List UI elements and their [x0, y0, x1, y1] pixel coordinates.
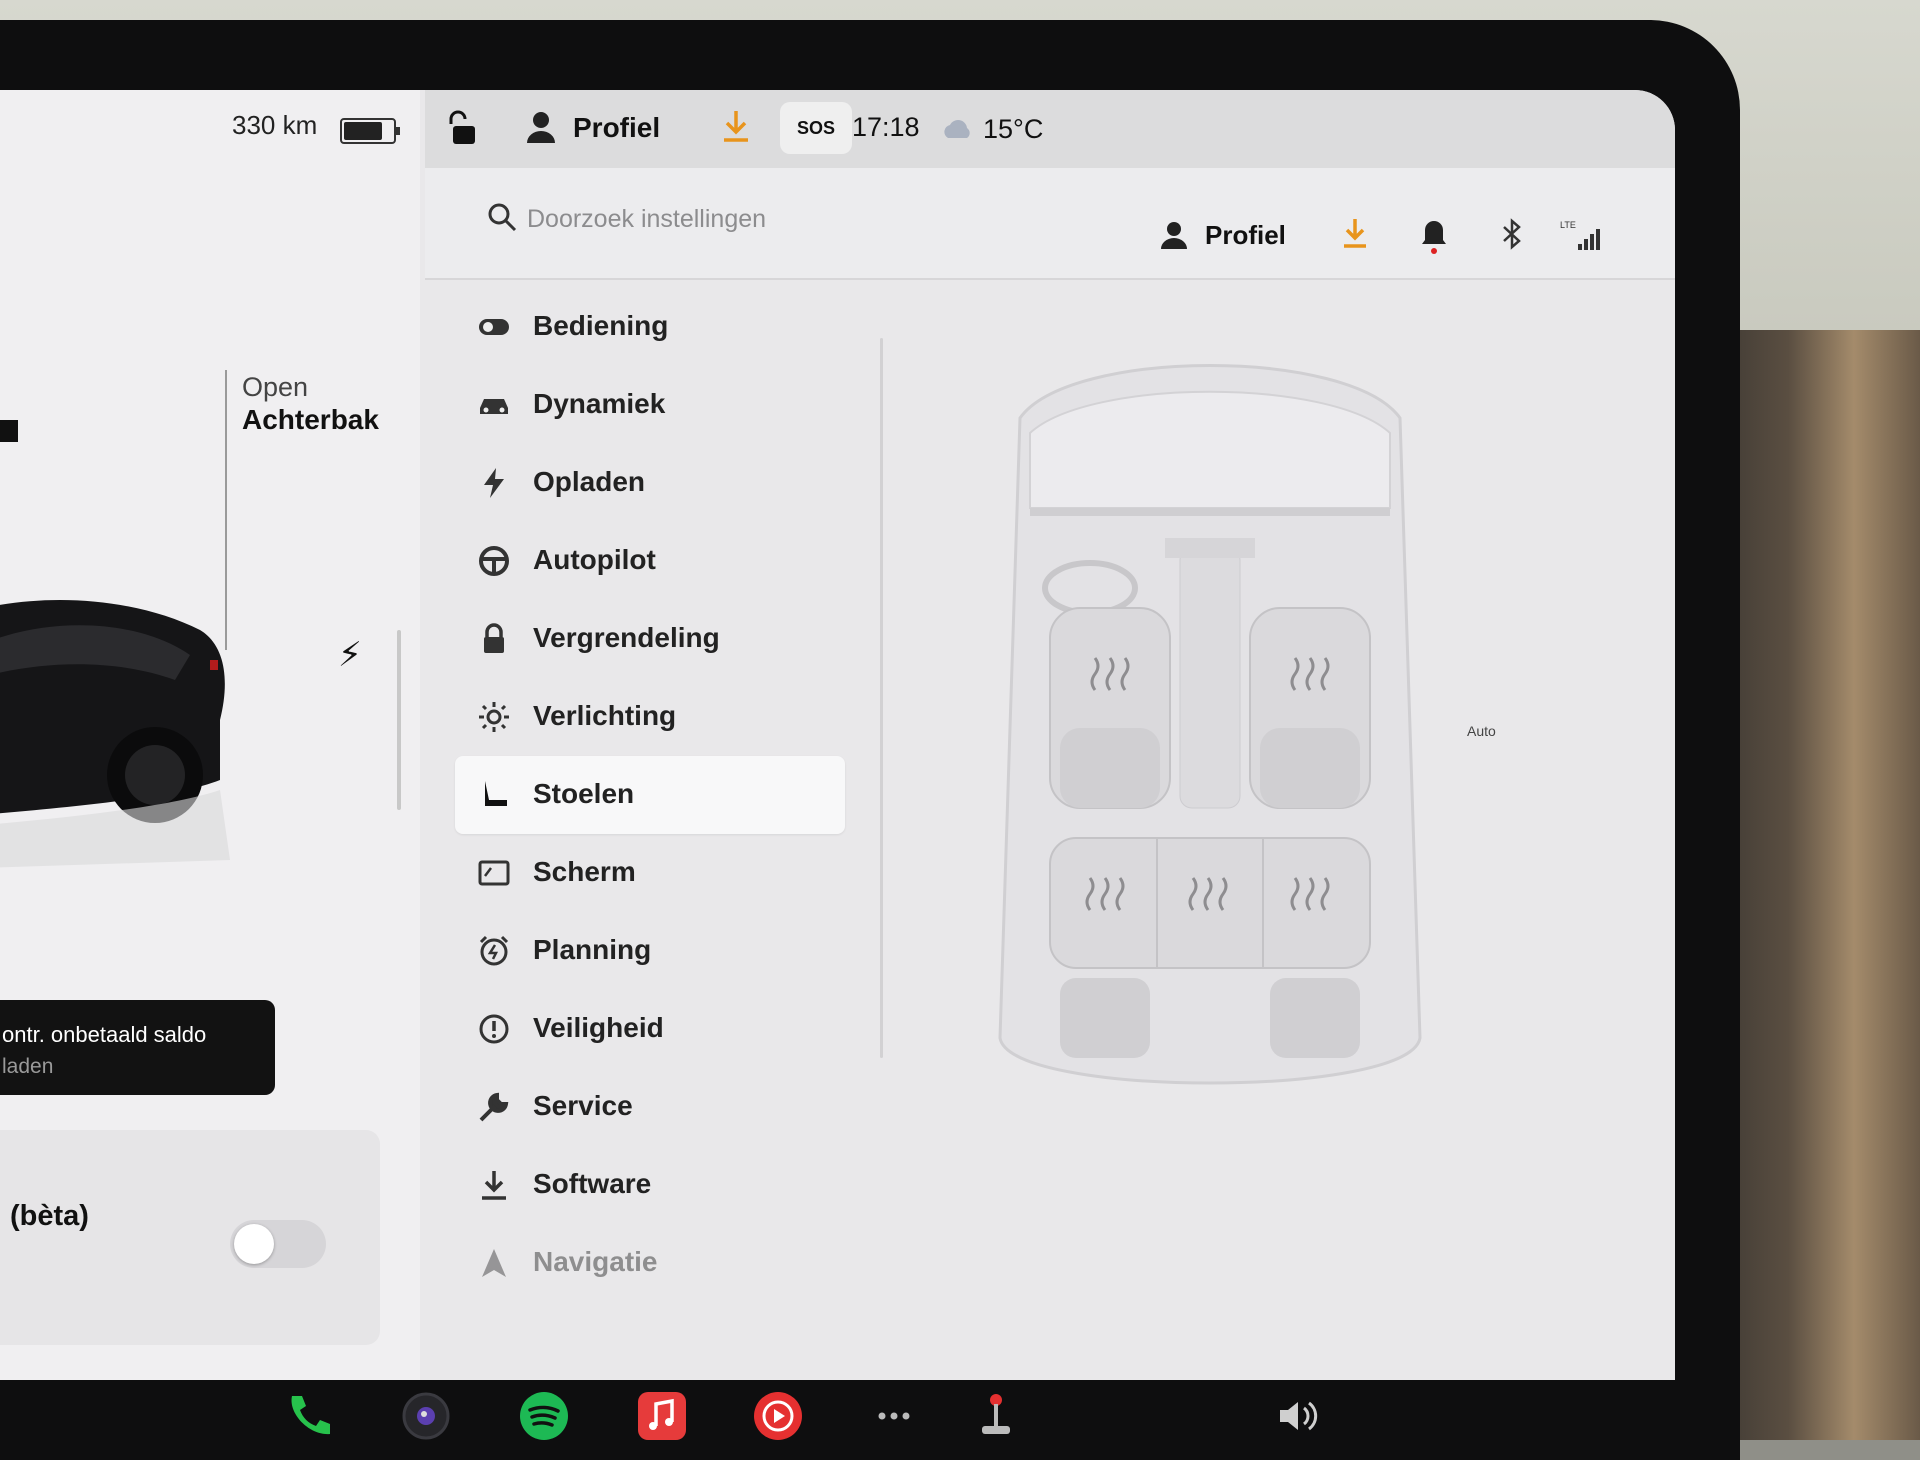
- lock-icon: [484, 623, 504, 653]
- settings-view: Profiel LTE: [425, 168, 1675, 1380]
- menu-item-opladen[interactable]: Opladen: [455, 444, 845, 522]
- outside-temperature: 15°C: [983, 114, 1044, 144]
- charge-port-bolt-icon[interactable]: ⚡: [338, 635, 362, 675]
- trunk-open-label[interactable]: Open: [242, 370, 308, 404]
- menu-item-label: Veiligheid: [533, 1012, 664, 1043]
- alert-circle-icon: [479, 1014, 509, 1044]
- frunk-control-edge[interactable]: [0, 420, 18, 442]
- toast-submessage: laden: [2, 1055, 54, 1078]
- car-icon: [480, 399, 508, 414]
- arcade-joystick-icon[interactable]: [968, 1388, 1024, 1444]
- seat-icon: [485, 781, 507, 806]
- lte-label: LTE: [1560, 220, 1576, 230]
- alarm-icon: [479, 935, 509, 966]
- download-update-icon[interactable]: [1340, 216, 1370, 250]
- person-icon: [1161, 222, 1187, 249]
- menu-item-label: Service: [533, 1090, 633, 1121]
- camera-icon[interactable]: [398, 1388, 454, 1444]
- menu-item-label: Navigatie: [533, 1246, 658, 1277]
- notification-toast[interactable]: ontr. onbetaald saldo laden: [0, 1000, 275, 1095]
- front-right-seat-mode: Auto: [1467, 723, 1496, 739]
- menu-item-bediening[interactable]: Bediening: [455, 288, 845, 366]
- menu-item-navigatie[interactable]: Navigatie: [455, 1224, 845, 1302]
- menu-item-label: Autopilot: [533, 544, 656, 575]
- sos-button[interactable]: SOS: [780, 102, 852, 154]
- menu-item-label: Opladen: [533, 466, 646, 497]
- menu-item-label: Vergrendeling: [533, 622, 720, 653]
- settings-menu: Bediening Dynamiek Opladen Autopilot Ver…: [455, 288, 845, 1302]
- weather-cloud-icon: [944, 120, 970, 138]
- menu-item-veiligheid[interactable]: Veiligheid: [455, 990, 845, 1068]
- car-render: [0, 600, 230, 868]
- menu-item-dynamiek[interactable]: Dynamiek: [455, 366, 845, 444]
- status-profile-button[interactable]: Profiel: [573, 112, 660, 144]
- toast-message: ontr. onbetaald saldo: [2, 1022, 207, 1047]
- person-icon: [527, 112, 555, 143]
- menu-item-planning[interactable]: Planning: [455, 912, 845, 990]
- car-status-panel: 330 km Open Achterbak ⚡ ontr. onbetaald …: [0, 90, 420, 1380]
- download-icon: [482, 1171, 506, 1200]
- menu-item-label: Dynamiek: [533, 388, 666, 419]
- volume-icon[interactable]: [1270, 1388, 1326, 1444]
- bolt-icon: [484, 468, 504, 498]
- navigation-icon: [482, 1249, 506, 1277]
- phone-icon[interactable]: [280, 1388, 336, 1444]
- taskbar: [0, 1380, 1740, 1460]
- menu-item-vergrendeling[interactable]: Vergrendeling: [455, 600, 845, 678]
- seat-heater-panel: Auto: [895, 338, 1675, 1218]
- menu-item-autopilot[interactable]: Autopilot: [455, 522, 845, 600]
- notification-bell-icon[interactable]: [1420, 218, 1448, 254]
- menu-item-label: Planning: [533, 934, 652, 965]
- menu-item-label: Stoelen: [533, 778, 635, 809]
- beta-feature-card: (bèta): [0, 1130, 380, 1345]
- beta-feature-label: (bèta): [10, 1200, 89, 1232]
- clock: 17:18: [852, 112, 920, 142]
- unlocked-padlock-icon[interactable]: [445, 110, 479, 146]
- search-icon: [488, 203, 517, 232]
- wrench-icon: [479, 1092, 509, 1122]
- settings-header: Profiel LTE: [425, 168, 1675, 280]
- trunk-name-label[interactable]: Achterbak: [242, 404, 379, 436]
- music-icon[interactable]: [634, 1388, 690, 1444]
- settings-search-input[interactable]: [525, 198, 949, 240]
- menu-item-verlichting[interactable]: Verlichting: [455, 678, 845, 756]
- sun-icon: [479, 702, 509, 732]
- menu-scrollbar[interactable]: [880, 338, 883, 1058]
- battery-icon: [340, 118, 400, 144]
- menu-item-software[interactable]: Software: [455, 1146, 845, 1224]
- toggle-icon: [479, 319, 509, 335]
- menu-item-service[interactable]: Service: [455, 1068, 845, 1146]
- steering-wheel-icon: [479, 546, 509, 576]
- menu-item-scherm[interactable]: Scherm: [455, 834, 845, 912]
- bluetooth-icon[interactable]: [1500, 218, 1524, 250]
- media-player-icon[interactable]: [750, 1388, 806, 1444]
- menu-item-label: Bediening: [533, 310, 669, 341]
- header-profile-button[interactable]: Profiel: [1205, 220, 1286, 251]
- status-bar: Profiel SOS 17:18 15°C: [425, 90, 1675, 168]
- range-readout: 330 km: [232, 110, 318, 140]
- cabin-topview: [998, 364, 1422, 1085]
- menu-item-label: Software: [533, 1168, 652, 1199]
- download-update-icon[interactable]: [720, 108, 752, 144]
- menu-item-label: Verlichting: [533, 700, 677, 731]
- touchscreen: 330 km Open Achterbak ⚡ ontr. onbetaald …: [0, 90, 1675, 1380]
- display-bezel: 330 km Open Achterbak ⚡ ontr. onbetaald …: [0, 20, 1740, 1460]
- menu-item-stoelen[interactable]: Stoelen: [455, 756, 845, 834]
- more-apps-icon[interactable]: [866, 1388, 922, 1444]
- beta-feature-toggle[interactable]: [230, 1220, 326, 1268]
- lte-signal-icon: LTE: [1560, 220, 1600, 250]
- screen-icon: [478, 860, 510, 886]
- menu-item-label: Scherm: [533, 856, 636, 887]
- panel-scrollbar[interactable]: [397, 630, 401, 810]
- spotify-icon[interactable]: [516, 1388, 572, 1444]
